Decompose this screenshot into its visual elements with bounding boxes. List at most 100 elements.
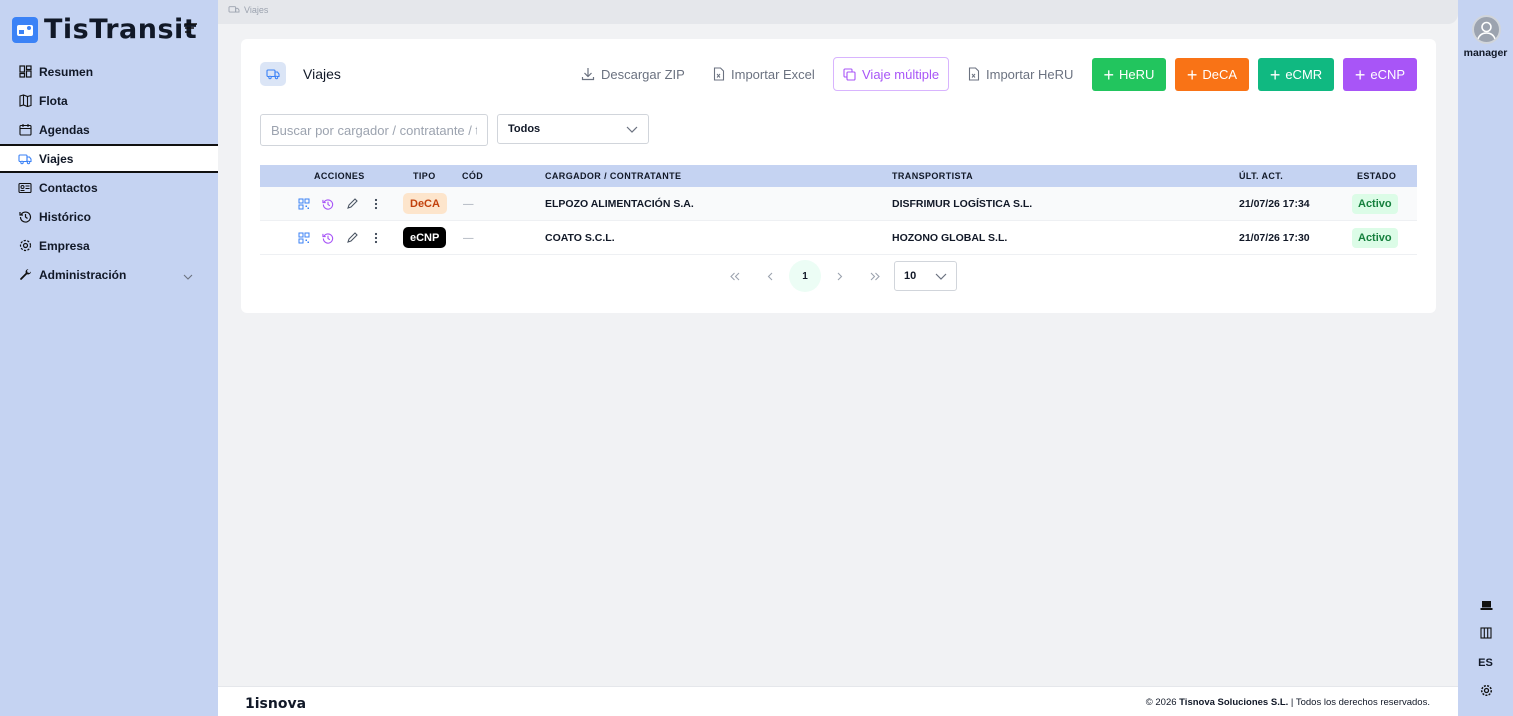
download-icon <box>581 68 595 81</box>
gear-icon[interactable] <box>1479 683 1493 697</box>
next-page-button[interactable] <box>824 260 856 292</box>
column-header-code[interactable]: CÓD <box>462 171 483 181</box>
code-cell: — <box>463 198 474 210</box>
sidebar-item-contactos[interactable]: Contactos <box>0 173 218 202</box>
updated-cell: 21/07/26 17:30 <box>1239 232 1310 244</box>
edit-icon[interactable] <box>344 196 360 212</box>
create-deca-button[interactable]: + DeCA <box>1175 58 1249 91</box>
qr-code-icon[interactable] <box>296 196 312 212</box>
brand[interactable]: TisTransit <box>12 14 197 45</box>
chevron-down-icon <box>935 271 947 283</box>
truck-icon <box>260 62 286 86</box>
sidebar-nav: Resumen Flota Agendas Viajes Contactos H… <box>0 57 218 289</box>
sidebar-item-label: Viajes <box>39 151 74 166</box>
plus-icon: + <box>1269 64 1281 85</box>
page-number-button[interactable]: 1 <box>789 260 821 292</box>
row-actions <box>296 196 384 212</box>
footer-logo: 1isnova <box>245 696 307 712</box>
column-header-carrier[interactable]: TRANSPORTISTA <box>892 171 973 181</box>
footer: 1isnova © 2026 Tisnova Soluciones S.L. |… <box>218 686 1458 716</box>
edit-icon[interactable] <box>344 230 360 246</box>
import-heru-button[interactable]: Importar HeRU <box>968 57 1073 91</box>
sidebar-item-viajes[interactable]: Viajes <box>0 144 218 173</box>
menu-toggle-icon[interactable] <box>184 21 198 39</box>
column-header-updated[interactable]: ÚLT. ACT. <box>1239 171 1283 181</box>
type-badge: DeCA <box>403 193 447 214</box>
trips-card: Viajes Descargar ZIP Importar Excel Viaj… <box>241 39 1436 313</box>
download-zip-button[interactable]: Descargar ZIP <box>581 57 685 91</box>
sidebar-item-empresa[interactable]: Empresa <box>0 231 218 260</box>
sidebar-item-label: Histórico <box>39 209 92 224</box>
more-vertical-icon[interactable] <box>368 230 384 246</box>
carrier-cell: HOZONO GLOBAL S.L. <box>892 232 1008 244</box>
table-header: ACCIONES TIPO CÓD CARGADOR / CONTRATANTE… <box>260 165 1417 187</box>
sidebar-item-administracion[interactable]: Administración <box>0 260 218 289</box>
sidebar-item-label: Contactos <box>39 180 98 195</box>
brand-name: TisTransit <box>44 14 198 45</box>
qr-code-icon[interactable] <box>296 230 312 246</box>
columns-icon[interactable] <box>1479 626 1493 640</box>
gear-icon <box>18 239 32 253</box>
language-switch[interactable]: ES <box>1458 657 1513 669</box>
breadcrumb[interactable]: Viajes <box>228 5 268 15</box>
multi-trip-button[interactable]: Viaje múltiple <box>833 57 950 91</box>
import-excel-button[interactable]: Importar Excel <box>713 57 815 91</box>
first-page-button[interactable] <box>719 260 751 292</box>
footer-copyright: © 2026 Tisnova Soluciones S.L. | Todos l… <box>1145 697 1430 708</box>
page-size-select[interactable]: 10 <box>894 261 957 291</box>
type-badge: eCNP <box>403 227 447 248</box>
sidebar-item-agendas[interactable]: Agendas <box>0 115 218 144</box>
create-ecnp-button[interactable]: + eCNP <box>1343 58 1417 91</box>
status-badge: Activo <box>1352 228 1398 248</box>
more-vertical-icon[interactable] <box>368 196 384 212</box>
code-cell: — <box>463 232 474 244</box>
laptop-icon[interactable] <box>1479 598 1493 612</box>
table-row[interactable]: eCNP — COATO S.C.L. HOZONO GLOBAL S.L. 2… <box>260 221 1417 255</box>
excel-file-icon <box>713 67 725 81</box>
calendar-icon <box>18 123 32 137</box>
user-name: manager <box>1463 47 1508 59</box>
history-icon[interactable] <box>320 230 336 246</box>
last-page-button[interactable] <box>859 260 891 292</box>
column-header-actions: ACCIONES <box>314 171 365 181</box>
brand-logo-icon <box>12 16 38 43</box>
chevron-down-icon <box>626 124 638 136</box>
status-filter-select[interactable]: Todos <box>497 114 649 144</box>
sidebar: TisTransit Resumen Flota Agendas Viajes … <box>0 0 218 716</box>
chevron-down-icon[interactable] <box>183 269 193 283</box>
updated-cell: 21/07/26 17:34 <box>1239 198 1310 210</box>
map-icon <box>18 94 32 108</box>
breadcrumb-label: Viajes <box>244 5 269 15</box>
truck-icon <box>228 6 240 13</box>
copy-icon <box>843 67 856 81</box>
wrench-icon <box>18 268 32 282</box>
right-rail: manager ES <box>1458 0 1513 716</box>
sidebar-item-resumen[interactable]: Resumen <box>0 57 218 86</box>
sidebar-item-label: Empresa <box>39 238 90 253</box>
create-heru-button[interactable]: + HeRU <box>1092 58 1166 91</box>
table-row[interactable]: DeCA — ELPOZO ALIMENTACIÓN S.A. DISFRIMU… <box>260 187 1417 221</box>
search-input[interactable] <box>260 114 488 146</box>
prev-page-button[interactable] <box>754 260 786 292</box>
sidebar-item-label: Flota <box>39 93 68 108</box>
row-actions <box>296 230 384 246</box>
status-badge: Activo <box>1352 194 1398 214</box>
file-icon <box>968 67 980 81</box>
truck-icon <box>18 152 32 166</box>
create-ecmr-button[interactable]: + eCMR <box>1258 58 1334 91</box>
plus-icon: + <box>1103 64 1115 85</box>
top-bar: Viajes <box>218 0 1458 24</box>
sidebar-item-label: Agendas <box>39 122 90 137</box>
plus-icon: + <box>1354 64 1366 85</box>
column-header-status[interactable]: ESTADO <box>1357 171 1396 181</box>
dashboard-icon <box>18 65 32 79</box>
history-icon[interactable] <box>320 196 336 212</box>
column-header-type: TIPO <box>413 171 436 181</box>
plus-icon: + <box>1186 64 1198 85</box>
avatar[interactable] <box>1472 15 1501 44</box>
id-card-icon <box>18 181 32 195</box>
column-header-shipper[interactable]: CARGADOR / CONTRATANTE <box>545 171 681 181</box>
pagination: 1 10 <box>241 260 1436 292</box>
sidebar-item-historico[interactable]: Histórico <box>0 202 218 231</box>
sidebar-item-flota[interactable]: Flota <box>0 86 218 115</box>
